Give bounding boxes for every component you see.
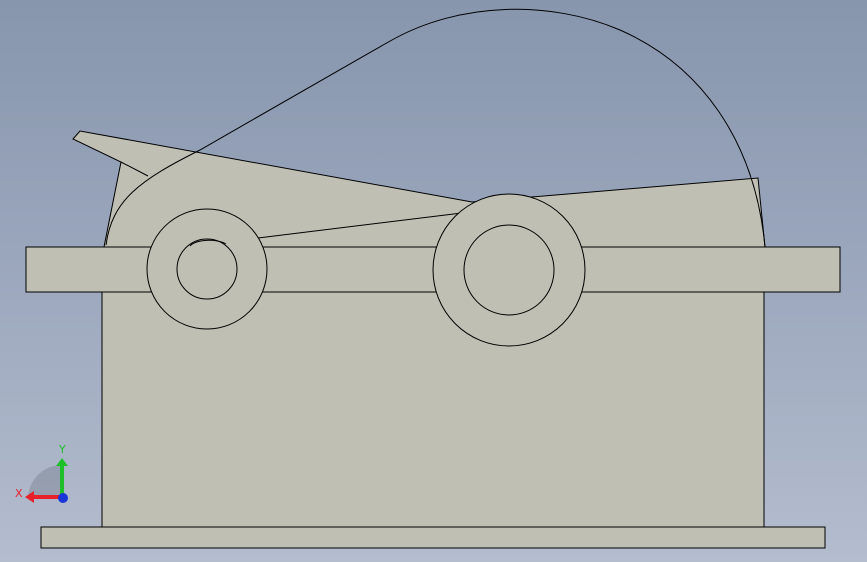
cad-drawing [25,8,841,549]
base-plate [40,526,826,549]
orientation-triad[interactable]: Y X [14,440,74,510]
triad-z-axis-icon [58,493,68,503]
triad-y-arrow-icon [56,458,68,466]
cad-viewport[interactable]: Y X [0,0,867,562]
large-bearing-bore [463,224,555,316]
triad-x-label: X [15,487,23,500]
small-bearing-bore [176,238,238,300]
triad-y-label: Y [58,443,66,456]
